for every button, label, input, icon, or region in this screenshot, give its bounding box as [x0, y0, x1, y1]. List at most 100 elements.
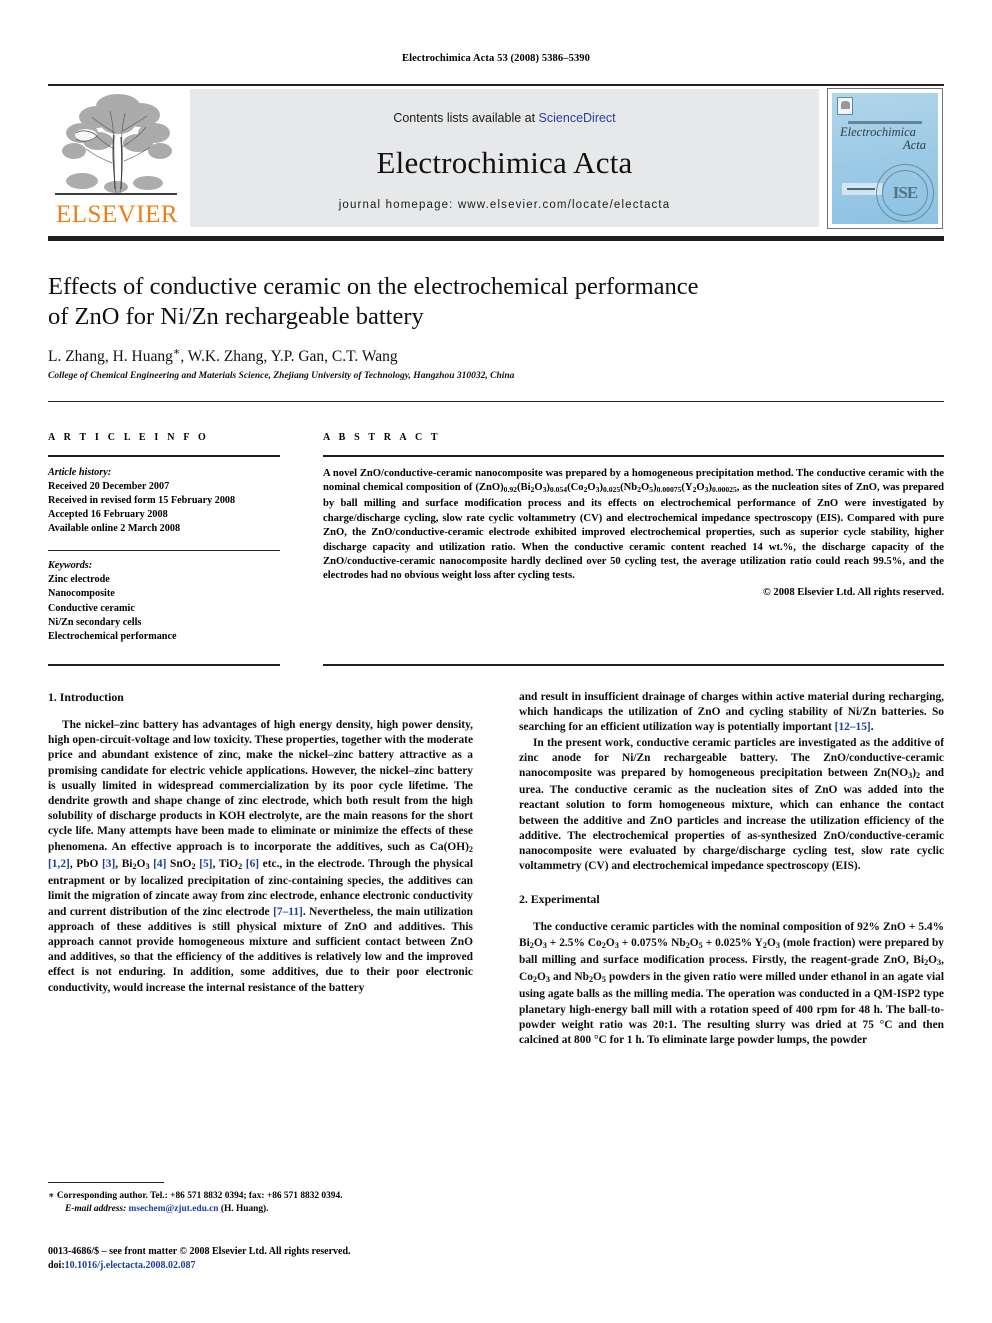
- elsevier-logo-rule: [55, 193, 177, 195]
- citation-link[interactable]: [6]: [246, 858, 259, 870]
- keywords-separator-rule: [48, 549, 280, 551]
- citation-link[interactable]: [5]: [199, 858, 212, 870]
- ise-society-label: ISE: [892, 183, 918, 202]
- abstract-rule: [323, 455, 944, 457]
- journal-title: Electrochimica Acta: [376, 145, 633, 180]
- citation-link[interactable]: [4]: [153, 858, 166, 870]
- elsevier-logo: ELSEVIER: [52, 89, 182, 228]
- sub-2: 2: [601, 940, 606, 950]
- history-item: Available online 2 March 2008: [48, 523, 181, 535]
- intro-paragraph-1: The nickel–zinc battery has advantages o…: [48, 719, 473, 994]
- masthead-top-rule: [48, 84, 944, 86]
- article-history-block: Article history: Received 20 December 20…: [48, 466, 280, 537]
- formula-base: O: [587, 482, 596, 493]
- sciencedirect-band: Contents lists available at ScienceDirec…: [190, 89, 819, 227]
- body-column-left: 1. Introduction The nickel–zinc battery …: [48, 690, 473, 996]
- exp-text-c: + 0.075% Nb: [618, 936, 686, 949]
- formula-base: (ZnO): [475, 482, 504, 493]
- running-head: Electrochimica Acta 53 (2008) 5386–5390: [401, 53, 590, 64]
- author-list: L. Zhang, H. Huang∗, W.K. Zhang, Y.P. Ga…: [48, 345, 878, 366]
- issn-front-matter: 0013-4686/$ – see front matter © 2008 El…: [48, 1246, 351, 1257]
- formula-subscript: 0.00075: [656, 484, 682, 494]
- authors-tail: , W.K. Zhang, Y.P. Gan, C.T. Wang: [180, 348, 398, 366]
- present-work-text-b: and urea. The conductive ceramic as the …: [519, 767, 944, 873]
- keyword-item: Ni/Zn secondary cells: [48, 616, 142, 628]
- ise-society-logo-icon: ISE: [876, 164, 934, 222]
- author-affiliation: College of Chemical Engineering and Mate…: [48, 371, 515, 381]
- formula-base: (Nb: [620, 482, 638, 493]
- sciencedirect-link[interactable]: ScienceDirect: [539, 111, 616, 125]
- abstract-part-2: , as the nucleation sites of ZnO, was pr…: [323, 482, 944, 582]
- intro-frag-6: . Nevertheless, the main utilization app…: [48, 905, 473, 994]
- keyword-item: Nanocomposite: [48, 588, 115, 600]
- cover-title-line1: Electrochimica: [840, 125, 916, 139]
- citation-link[interactable]: [12–15]: [835, 721, 871, 733]
- intro-paragraph-3: In the present work, conductive ceramic …: [519, 736, 944, 873]
- sub-2: 2: [132, 861, 137, 871]
- doi-label: doi:: [48, 1259, 65, 1271]
- abstract-chemical-formula: (ZnO)0.92(Bi2O3)0.054(Co2O3)0.025(Nb2O5)…: [475, 482, 736, 494]
- title-line-1: Effects of conductive ceramic on the ele…: [48, 273, 699, 300]
- formula-base: O: [696, 482, 705, 493]
- email-label: E-mail address:: [65, 1204, 127, 1214]
- intro-continued-text: and result in insufficient drainage of c…: [519, 691, 944, 734]
- journal-homepage-link[interactable]: journal homepage: www.elsevier.com/locat…: [190, 199, 819, 211]
- cover-elsevier-icon: [837, 97, 853, 115]
- abstract-text: A novel ZnO/conductive-ceramic nanocompo…: [323, 467, 944, 584]
- cover-strapline: [848, 121, 922, 124]
- journal-cover-thumbnail[interactable]: Electrochimica Acta ISE: [827, 88, 943, 229]
- history-item: Received in revised form 15 February 200…: [48, 495, 236, 506]
- intro-paragraph-2: and result in insufficient drainage of c…: [519, 690, 944, 736]
- keywords-block: Keywords: Zinc electrode Nanocomposite C…: [48, 559, 280, 644]
- footnote-rule: [48, 1182, 164, 1183]
- abstract-bottom-rule: [323, 664, 944, 666]
- sub-2: 2: [238, 861, 243, 871]
- abstract-column: A B S T R A C T A novel ZnO/conductive-c…: [323, 432, 944, 598]
- paper-page: Electrochimica Acta 53 (2008) 5386–5390: [0, 0, 992, 1323]
- sub-3: 3: [908, 771, 913, 781]
- exp-text-d: + 0.025% Y: [702, 936, 763, 949]
- elsevier-wordmark: ELSEVIER: [55, 201, 179, 228]
- imprint-block: 0013-4686/$ – see front matter © 2008 El…: [48, 1245, 473, 1272]
- elsevier-tree-icon: [52, 89, 182, 201]
- intro-period: .: [870, 721, 874, 734]
- intro-frag-1: , PbO: [69, 857, 102, 870]
- journal-masthead: ELSEVIER Contents lists available at Sci…: [48, 84, 944, 229]
- formula-subscript: 0.92: [503, 484, 517, 494]
- article-history-label: Article history:: [48, 466, 112, 478]
- exp-text-g: and Nb: [549, 971, 589, 984]
- experimental-paragraph-1: The conductive ceramic particles with th…: [519, 921, 945, 1047]
- cover-title: Electrochimica Acta: [840, 126, 932, 152]
- formula-subscript: 0.054: [549, 484, 568, 494]
- masthead-bottom-bar: [48, 236, 944, 241]
- intro-frag-4: , TiO: [212, 857, 239, 870]
- citation-link[interactable]: [3]: [102, 858, 115, 870]
- formula-base: (Co: [567, 482, 584, 493]
- intro-frag-2: , Bi: [115, 857, 133, 870]
- article-info-rule: [48, 455, 280, 457]
- journal-cover-artwork: Electrochimica Acta ISE: [832, 93, 938, 224]
- exp-text-b: + 2.5% Co: [546, 936, 602, 949]
- article-info-heading: A R T I C L E I N F O: [48, 432, 209, 443]
- history-item: Received 20 December 2007: [48, 480, 170, 492]
- sub-3: 3: [145, 861, 150, 871]
- sub-2: 2: [191, 861, 196, 871]
- formula-subscript: 0.025: [602, 484, 621, 494]
- sub-2: 2: [762, 940, 767, 950]
- article-info-column: A R T I C L E I N F O Article history: R…: [48, 432, 280, 644]
- citation-link[interactable]: [7–11]: [273, 906, 303, 918]
- present-work-text-a: In the present work, conductive ceramic …: [519, 736, 944, 780]
- email-owner: (H. Huang).: [218, 1204, 269, 1214]
- sub-2: 2: [532, 975, 538, 985]
- sub-2: 2: [468, 844, 473, 854]
- sub-2: 2: [588, 975, 594, 985]
- contents-available-line: Contents lists available at ScienceDirec…: [190, 111, 819, 125]
- keyword-item: Zinc electrode: [48, 574, 110, 586]
- cover-title-line2: Acta: [903, 138, 926, 152]
- intro-text-a: The nickel–zinc battery has advantages o…: [48, 719, 473, 853]
- authors-head: L. Zhang, H. Huang: [48, 348, 173, 366]
- email-link[interactable]: msechem@zjut.edu.cn: [129, 1204, 219, 1214]
- citation-link[interactable]: [1,2]: [48, 858, 70, 870]
- doi-link[interactable]: 10.1016/j.electacta.2008.02.087: [65, 1260, 196, 1271]
